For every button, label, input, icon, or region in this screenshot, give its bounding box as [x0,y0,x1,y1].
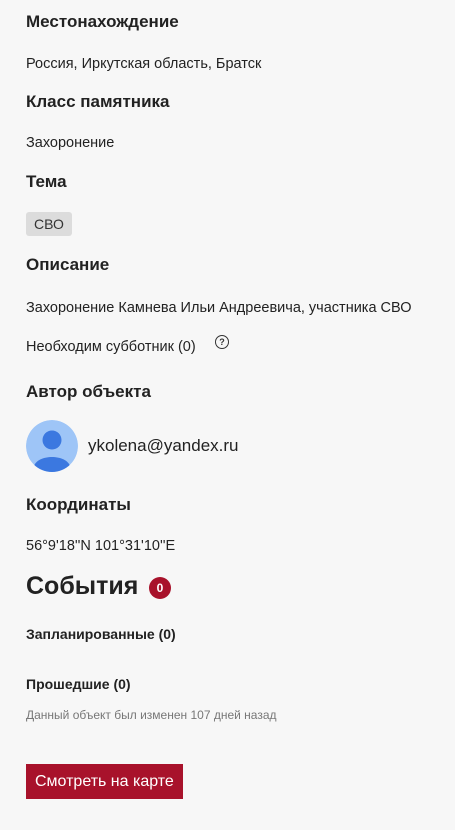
description-heading: Описание [26,255,110,274]
events-count-badge: 0 [149,577,171,599]
author-heading: Автор объекта [26,382,151,401]
events-title: События [26,572,139,600]
subbotnik-text: Необходим субботник (0) [26,339,196,355]
author-email[interactable]: ykolena@yandex.ru [88,436,239,456]
avatar [26,420,78,472]
coordinates-heading: Координаты [26,495,131,514]
location-heading: Местонахождение [26,12,179,31]
modified-note: Данный объект был изменен 107 дней назад [26,708,277,722]
location-value: Россия, Иркутская область, Братск [26,56,262,72]
monument-class-heading: Класс памятника [26,92,170,111]
view-on-map-button[interactable]: Смотреть на карте [26,764,183,799]
past-events-heading[interactable]: Прошедшие (0) [26,676,131,692]
coordinates-value: 56°9'18''N 101°31'10''E [26,538,176,554]
monument-class-value: Захоронение [26,135,115,151]
description-text: Захоронение Камнева Ильи Андреевича, уча… [26,300,412,316]
theme-heading: Тема [26,172,67,191]
planned-events-heading[interactable]: Запланированные (0) [26,626,176,642]
theme-tag[interactable]: СВО [26,212,72,236]
user-avatar-icon [26,420,78,472]
help-icon[interactable]: ? [215,335,229,349]
